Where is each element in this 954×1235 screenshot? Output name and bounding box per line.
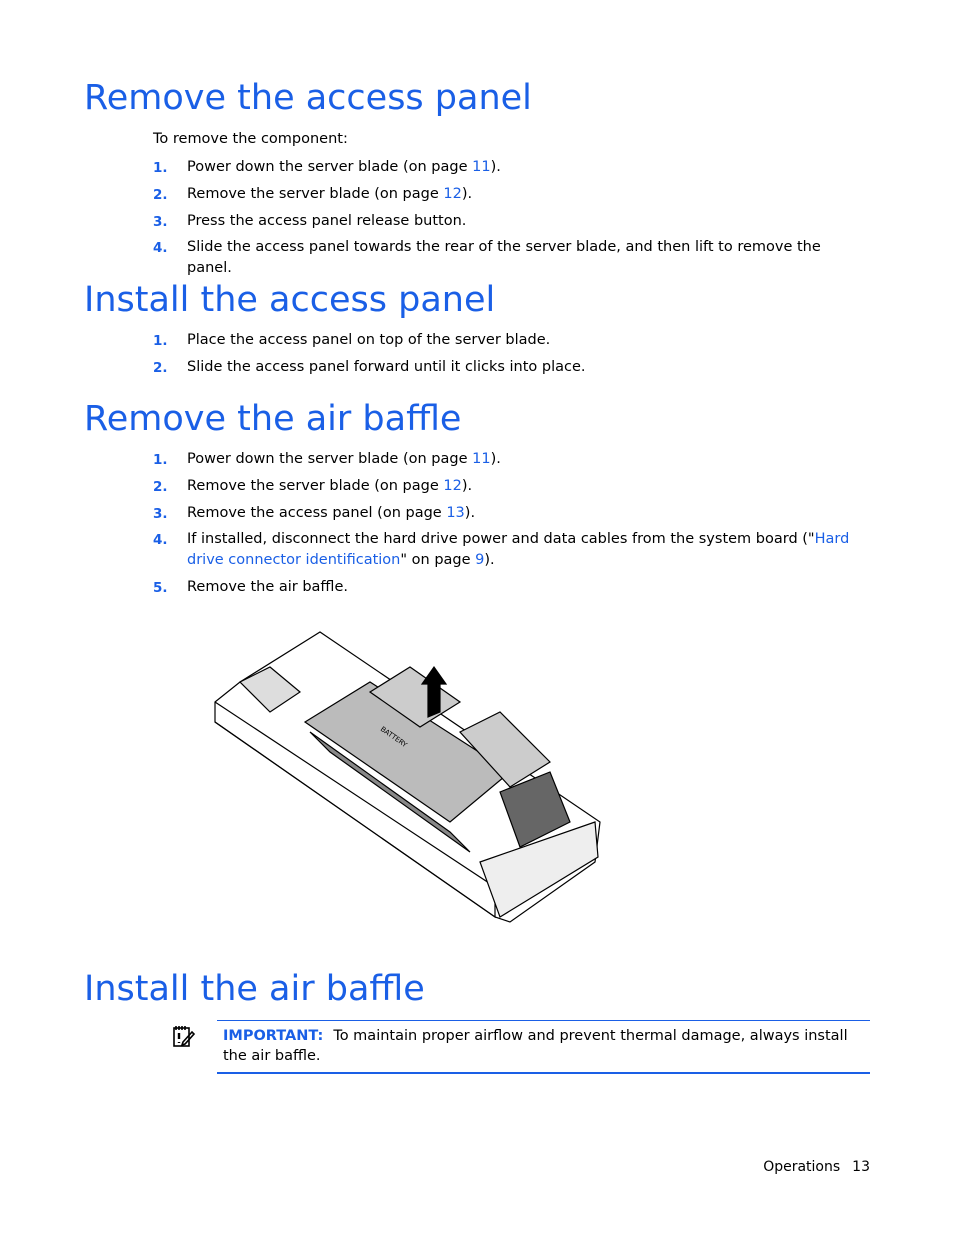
page-footer: Operations 13 (751, 1159, 870, 1175)
step-text: Remove the server blade (on page (187, 478, 444, 494)
step-text: ). (461, 186, 473, 202)
important-notepad-icon (173, 1026, 196, 1047)
step-number: 2. (153, 187, 168, 203)
heading-remove-air-baffle: Remove the air baffle (84, 399, 462, 439)
page-number: 13 (852, 1159, 870, 1175)
step-text: ). (461, 478, 473, 494)
page-link[interactable]: 9 (475, 552, 484, 568)
step-text: Remove the air baffle. (187, 579, 348, 595)
step-number: 2. (153, 479, 168, 495)
intro-text: To remove the component: (153, 131, 348, 147)
step-number: 4. (153, 532, 168, 548)
step-text: If installed, disconnect the hard drive … (187, 531, 815, 547)
document-page: Remove the access panel To remove the co… (0, 0, 954, 1235)
step-number: 3. (153, 506, 168, 522)
step-number: 4. (153, 240, 168, 256)
step-text: Remove the server blade (on page (187, 186, 444, 202)
step-text: Press the access panel release button. (187, 213, 467, 229)
step-text: Remove the access panel (on page (187, 505, 447, 521)
page-link[interactable]: 12 (443, 186, 461, 202)
step-text: Slide the access panel towards the rear … (187, 239, 821, 276)
step-number: 2. (153, 360, 168, 376)
air-baffle-removal-illustration: BATTERY (214, 631, 601, 923)
step-text: Place the access panel on top of the ser… (187, 332, 551, 348)
step-text: " on page (400, 552, 476, 568)
step-text: Power down the server blade (on page (187, 159, 473, 175)
step-number: 5. (153, 580, 168, 596)
page-link[interactable]: 13 (446, 505, 464, 521)
footer-section: Operations (763, 1159, 841, 1175)
step-text: Slide the access panel forward until it … (187, 359, 586, 375)
page-link[interactable]: 11 (472, 451, 490, 467)
important-note: IMPORTANT: To maintain proper airflow and… (217, 1020, 870, 1074)
step-text: Power down the server blade (on page (187, 451, 473, 467)
heading-install-access-panel: Install the access panel (84, 280, 496, 320)
heading-remove-access-panel: Remove the access panel (84, 78, 532, 118)
step-text: ). (464, 505, 476, 521)
page-link[interactable]: 11 (472, 159, 490, 175)
step-text: ). (490, 159, 501, 175)
step-number: 3. (153, 214, 168, 230)
step-number: 1. (153, 160, 168, 176)
step-number: 1. (153, 452, 168, 468)
important-label: IMPORTANT: (223, 1028, 324, 1044)
step-text: ). (484, 552, 495, 568)
step-text: ). (490, 451, 501, 467)
heading-install-air-baffle: Install the air baffle (84, 969, 425, 1009)
step-number: 1. (153, 333, 168, 349)
page-link[interactable]: 12 (443, 478, 461, 494)
